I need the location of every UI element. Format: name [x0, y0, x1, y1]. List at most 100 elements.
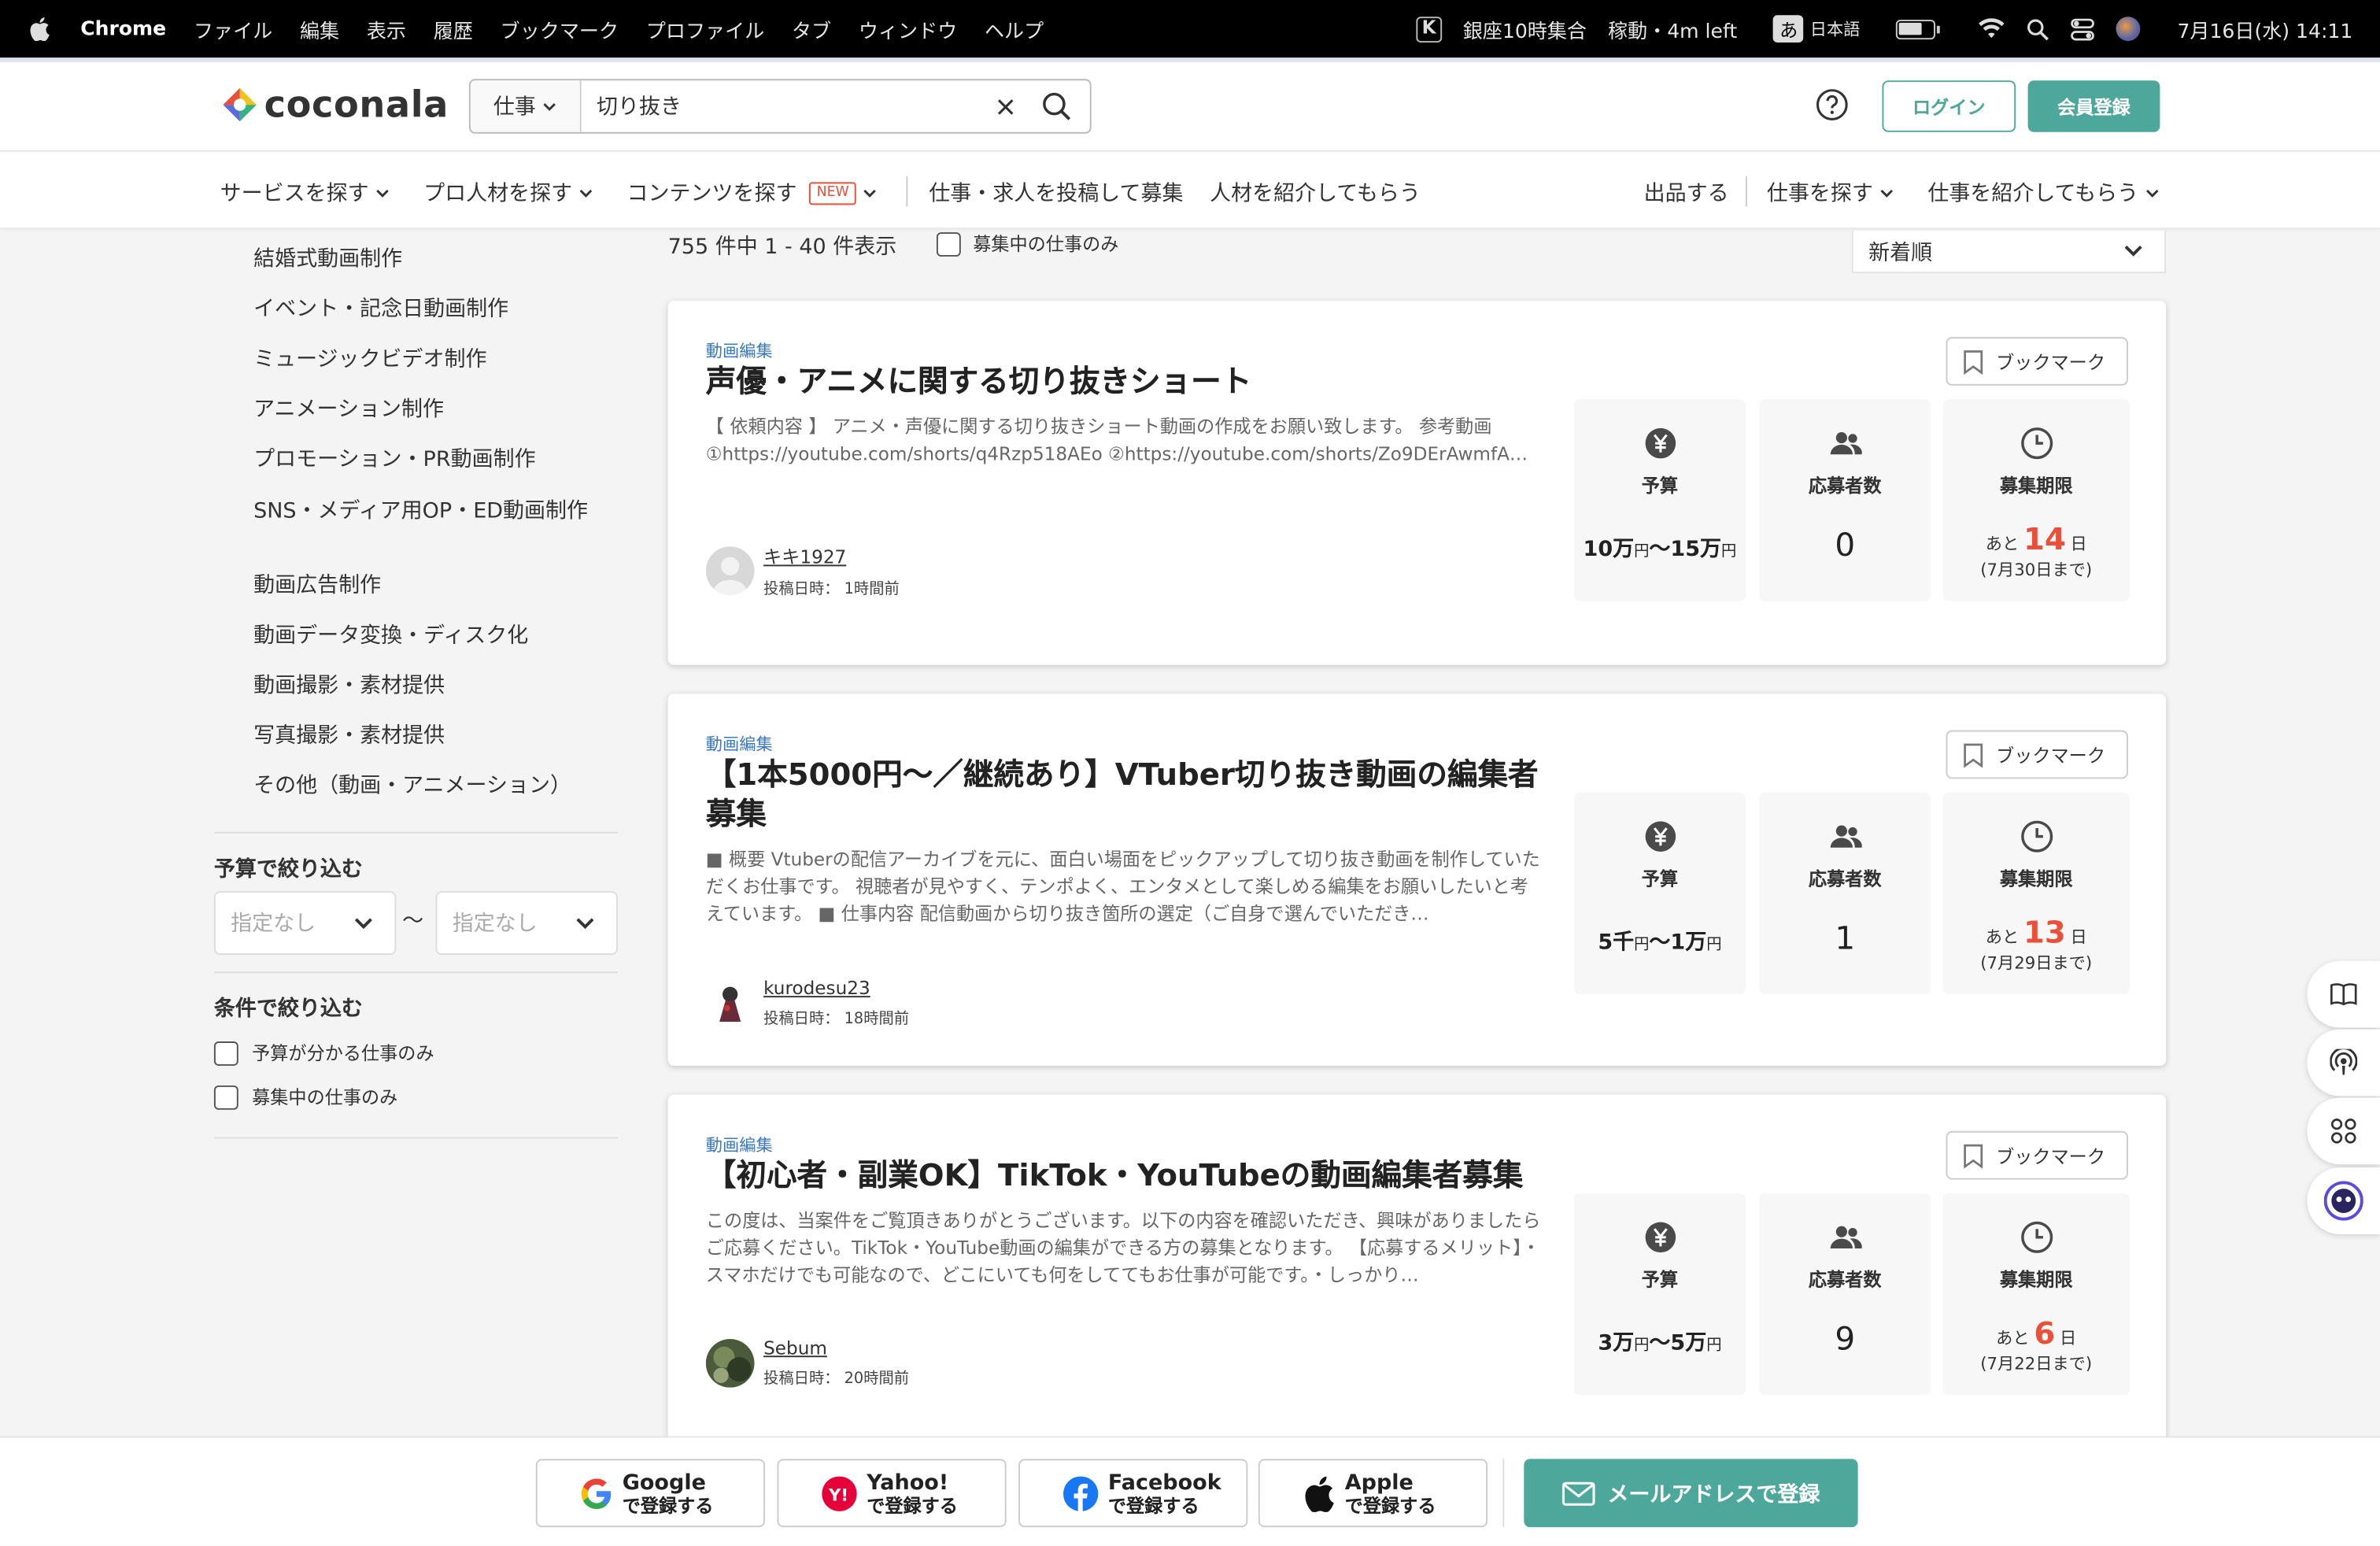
menu-app-name[interactable]: Chrome [80, 17, 166, 40]
filter-budget-known[interactable]: 予算が分かる仕事のみ [213, 1040, 434, 1066]
login-button[interactable]: ログイン [1882, 80, 2016, 132]
nav-find-jobs[interactable]: 仕事を探す [1767, 178, 1894, 209]
nav-find-contents[interactable]: コンテンツを探す NEW [627, 178, 878, 209]
avatar[interactable] [705, 546, 755, 596]
nav-sell[interactable]: 出品する [1644, 178, 1729, 209]
category-link[interactable]: その他（動画・アニメーション） [253, 775, 605, 799]
job-card[interactable]: 動画編集 【1本5000円〜／継続あり】VTuber切り抜き動画の編集者募集 ■… [667, 693, 2167, 1066]
signup-divider [1502, 1459, 1505, 1528]
apps-button[interactable] [2307, 1097, 2380, 1165]
user-account-icon[interactable] [2116, 17, 2142, 42]
svg-text:Y!: Y! [828, 1485, 848, 1504]
podcast-icon [2330, 1049, 2358, 1075]
job-title[interactable]: 【初心者・副業OK】TikTok・YouTubeの動画編集者募集 [706, 1156, 1556, 1195]
job-title[interactable]: 【1本5000円〜／継続あり】VTuber切り抜き動画の編集者募集 [706, 755, 1556, 834]
facebook-signup-button[interactable]: Facebook で登録する [1018, 1459, 1248, 1528]
ime-language[interactable]: 日本語 [1810, 17, 1861, 41]
job-category[interactable]: 動画編集 [706, 338, 773, 363]
category-link[interactable]: SNS・メディア用OP・ED動画制作 [253, 500, 590, 524]
bookmark-button[interactable]: ブックマーク [1946, 730, 2128, 779]
close-icon [996, 98, 1013, 114]
budget-min-select[interactable]: 指定なし [213, 891, 397, 956]
nav-find-pros[interactable]: プロ人材を探す [423, 178, 593, 209]
job-title[interactable]: 声優・アニメに関する切り抜きショート [706, 361, 1556, 401]
poster-name[interactable]: kurodesu23 [763, 978, 909, 999]
category-link[interactable]: プロモーション・PR動画制作 [253, 448, 605, 472]
avatar[interactable] [705, 978, 755, 1027]
broadcast-button[interactable] [2307, 1029, 2380, 1097]
nav-job-referral[interactable]: 仕事を紹介してもらう [1927, 178, 2160, 209]
search-clear-button[interactable] [987, 88, 1023, 124]
email-signup-button[interactable]: メールアドレスで登録 [1524, 1459, 1858, 1528]
spotlight-search-icon[interactable] [2027, 17, 2050, 40]
category-link[interactable]: イベント・記念日動画制作 [253, 298, 605, 322]
status-event[interactable]: 銀座10時集合 [1463, 14, 1587, 43]
help-icon[interactable] [1816, 88, 1849, 121]
battery-icon[interactable] [1896, 19, 1941, 39]
category-link[interactable]: 動画データ変換・ディスク化 [253, 624, 605, 649]
status-timer[interactable]: 稼動・4m left [1608, 14, 1737, 43]
nav-post-job[interactable]: 仕事・求人を投稿して募集 [929, 178, 1183, 209]
sidebar-divider [213, 831, 618, 834]
signup-button[interactable]: 会員登録 [2027, 80, 2160, 132]
checkbox[interactable] [213, 1041, 238, 1065]
menu-bookmarks[interactable]: ブックマーク [501, 14, 619, 43]
menu-view[interactable]: 表示 [367, 14, 406, 43]
nav-label: プロ人材を探す [423, 182, 573, 207]
assistant-button[interactable] [2307, 1167, 2380, 1234]
filter-open-only[interactable]: 募集中の仕事のみ [213, 1084, 397, 1110]
poster-name[interactable]: キキ1927 [763, 543, 900, 569]
control-center-icon[interactable] [2071, 17, 2095, 40]
avatar[interactable] [705, 1338, 755, 1387]
checkbox[interactable] [213, 1084, 238, 1109]
menu-edit[interactable]: 編集 [300, 14, 339, 43]
menu-profiles[interactable]: プロファイル [646, 14, 764, 43]
search-category-select[interactable]: 仕事 [470, 80, 582, 132]
bookmark-label: ブックマーク [1996, 744, 2105, 766]
facebook-label: Facebook で登録する [1108, 1470, 1221, 1516]
menu-window[interactable]: ウィンドウ [859, 14, 957, 43]
job-category[interactable]: 動画編集 [706, 1133, 773, 1157]
category-link[interactable]: アニメーション制作 [253, 398, 605, 422]
apple-icon[interactable] [29, 17, 50, 42]
bookmark-button[interactable]: ブックマーク [1946, 1130, 2128, 1180]
budget-max-select[interactable]: 指定なし [435, 891, 618, 956]
job-card[interactable]: 動画編集 【初心者・副業OK】TikTok・YouTubeの動画編集者募集 この… [667, 1094, 2167, 1459]
nav-get-referral[interactable]: 人材を紹介してもらう [1210, 178, 1421, 209]
menu-help[interactable]: ヘルプ [985, 14, 1044, 43]
category-link[interactable]: 動画広告制作 [253, 574, 605, 598]
wifi-icon[interactable] [1979, 18, 2006, 39]
category-link[interactable]: ミュージックビデオ制作 [253, 348, 605, 372]
chevron-down-icon [579, 190, 593, 198]
menu-history[interactable]: 履歴 [434, 14, 473, 43]
yahoo-signup-button[interactable]: Y! Yahoo! で登録する [777, 1459, 1007, 1528]
search-submit-button[interactable] [1023, 80, 1090, 132]
yen-icon [1644, 427, 1676, 459]
poster-name[interactable]: Sebum [763, 1337, 909, 1359]
app-status-icon[interactable] [1415, 16, 1442, 43]
menu-file[interactable]: ファイル [194, 14, 272, 43]
checkbox[interactable] [936, 231, 961, 256]
category-link[interactable]: 写真撮影・素材提供 [253, 724, 605, 749]
results-open-only-filter[interactable]: 募集中の仕事のみ [936, 231, 1119, 257]
menu-tab[interactable]: タブ [792, 14, 831, 43]
ime-mode-icon[interactable]: あ [1773, 15, 1805, 43]
search-input[interactable] [581, 80, 987, 132]
nav-find-services[interactable]: サービスを探す [220, 178, 390, 209]
job-description: 【 依頼内容 】 アニメ・声優に関する切り抜きショート動画の作成をお願い致します… [705, 416, 1528, 465]
budget-max: 1万 [1670, 930, 1707, 956]
apple-signup-button[interactable]: Apple で登録する [1258, 1459, 1488, 1528]
checkbox-label: 募集中の仕事のみ [973, 234, 1119, 256]
job-category[interactable]: 動画編集 [706, 732, 773, 756]
reading-list-button[interactable] [2307, 960, 2380, 1028]
sort-select[interactable]: 新着順 [1851, 231, 2167, 274]
deadline-date: (7月29日まで) [1980, 953, 2093, 974]
menubar-clock[interactable]: 7月16日(水) 14:11 [2177, 14, 2352, 43]
apple-label: Apple で登録する [1345, 1470, 1436, 1516]
job-card[interactable]: 動画編集 声優・アニメに関する切り抜きショート 【 依頼内容 】 アニメ・声優に… [667, 300, 2167, 665]
bookmark-button[interactable]: ブックマーク [1946, 337, 2128, 386]
category-link[interactable]: 動画撮影・素材提供 [253, 674, 605, 698]
google-signup-button[interactable]: Google で登録する [535, 1459, 766, 1528]
site-logo[interactable]: coconala [220, 83, 449, 126]
category-link[interactable]: 結婚式動画制作 [253, 247, 605, 272]
